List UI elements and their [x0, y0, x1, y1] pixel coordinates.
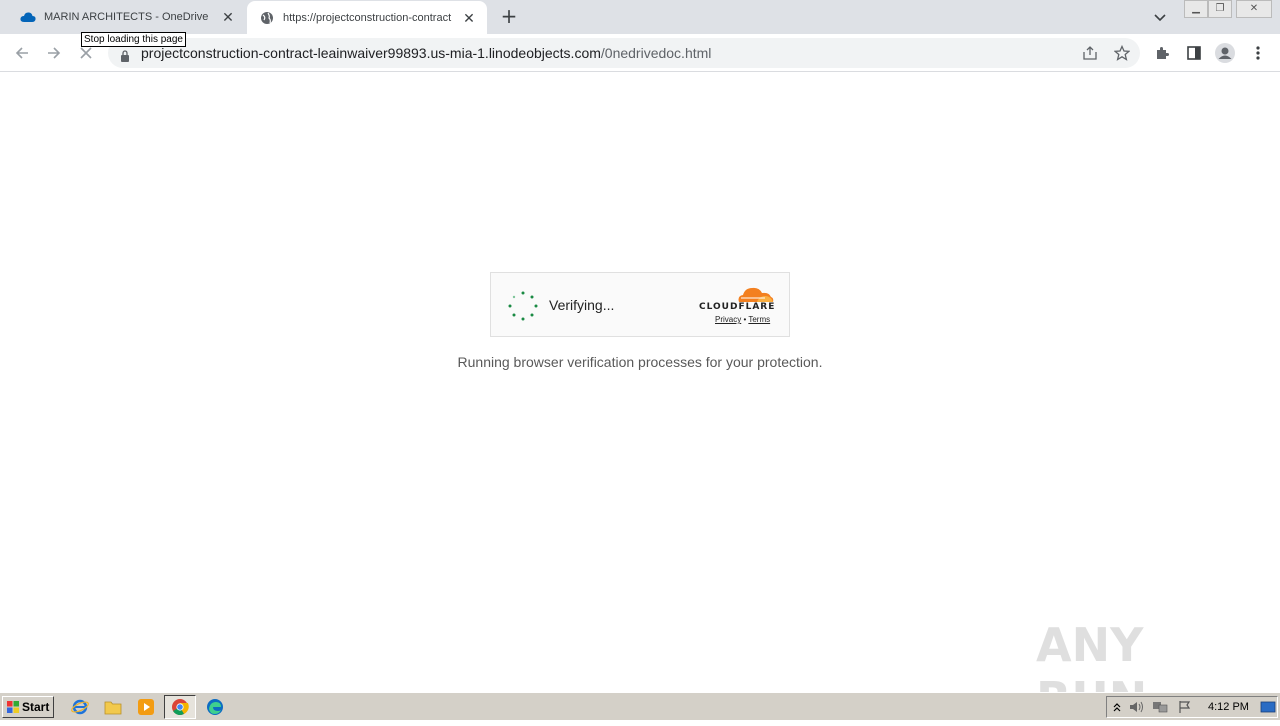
back-arrow-icon	[15, 47, 28, 59]
lock-icon[interactable]	[120, 47, 130, 62]
edge-icon[interactable]	[205, 697, 225, 717]
cloudflare-logo: CLOUDFLARE Privacy • Terms	[699, 285, 777, 325]
minimize-button[interactable]: ▁	[1184, 0, 1208, 18]
share-icon[interactable]	[1082, 45, 1098, 61]
menu-kebab-icon[interactable]	[1248, 43, 1268, 63]
cloudflare-cloud-icon	[738, 287, 774, 302]
media-player-icon[interactable]	[136, 697, 156, 717]
tab-active-page[interactable]: https://projectconstruction-contract ✕	[247, 1, 487, 34]
tray-expand-icon[interactable]	[1107, 697, 1127, 717]
address-bar[interactable]: projectconstruction-contract-leainwaiver…	[108, 38, 1140, 68]
cloudflare-links: Privacy • Terms	[715, 315, 770, 324]
close-icon[interactable]: ✕	[220, 9, 236, 25]
back-button[interactable]	[12, 43, 32, 63]
stop-x-icon	[80, 47, 92, 59]
forward-arrow-icon	[48, 47, 61, 59]
cloudflare-wordmark: CLOUDFLARE	[699, 302, 776, 312]
show-desktop-icon[interactable]	[1258, 697, 1278, 717]
volume-icon[interactable]	[1127, 697, 1147, 717]
restore-button[interactable]: ❐	[1208, 0, 1232, 18]
windows-flag-icon	[7, 701, 19, 713]
internet-explorer-icon[interactable]	[70, 697, 90, 717]
bookmark-star-icon[interactable]	[1113, 44, 1131, 61]
forward-button[interactable]	[44, 43, 64, 63]
extensions-puzzle-icon[interactable]	[1152, 43, 1172, 63]
verifying-status: Verifying...	[549, 297, 615, 313]
url-host: projectconstruction-contract-leainwaiver…	[141, 45, 601, 61]
link-separator: •	[743, 315, 747, 324]
network-icon[interactable]	[1150, 697, 1170, 717]
globe-icon	[259, 10, 275, 26]
privacy-link[interactable]: Privacy	[715, 315, 741, 324]
side-panel-icon[interactable]	[1184, 43, 1204, 63]
spinner-icon	[508, 291, 538, 321]
profile-avatar-icon[interactable]	[1215, 43, 1235, 63]
taskbar-clock[interactable]: 4:12 PM	[1208, 701, 1249, 713]
tab-strip: MARIN ARCHITECTS - OneDrive ✕ https://pr…	[0, 0, 1280, 34]
action-center-flag-icon[interactable]	[1175, 697, 1195, 717]
windows-taskbar: Start 4:12 PM	[0, 692, 1280, 720]
stop-loading-tooltip: Stop loading this page	[81, 32, 186, 47]
onedrive-icon	[20, 9, 36, 25]
start-label: Start	[22, 700, 50, 714]
url-path: /0nedrivedoc.html	[600, 45, 712, 61]
tab-title: https://projectconstruction-contract	[283, 11, 452, 24]
close-icon[interactable]: ✕	[461, 10, 477, 26]
file-explorer-icon[interactable]	[103, 697, 123, 717]
terms-link[interactable]: Terms	[748, 315, 770, 324]
browser-toolbar: projectconstruction-contract-leainwaiver…	[0, 34, 1280, 72]
window-close-button[interactable]: ✕	[1236, 0, 1272, 18]
verification-message: Running browser verification processes f…	[457, 354, 823, 370]
tab-title: MARIN ARCHITECTS - OneDrive	[44, 11, 209, 23]
tab-search-chevron-icon[interactable]	[1152, 9, 1168, 25]
cloudflare-challenge-widget: Verifying... CLOUDFLARE Privacy • Terms	[490, 272, 790, 337]
url-text[interactable]: projectconstruction-contract-leainwaiver…	[141, 45, 711, 61]
new-tab-button[interactable]: +	[498, 6, 520, 28]
start-button[interactable]: Start	[2, 696, 54, 718]
tab-onedrive[interactable]: MARIN ARCHITECTS - OneDrive ✕	[0, 0, 246, 34]
anyrun-watermark: ANY RUN	[1036, 608, 1236, 726]
chrome-icon[interactable]	[170, 697, 190, 717]
